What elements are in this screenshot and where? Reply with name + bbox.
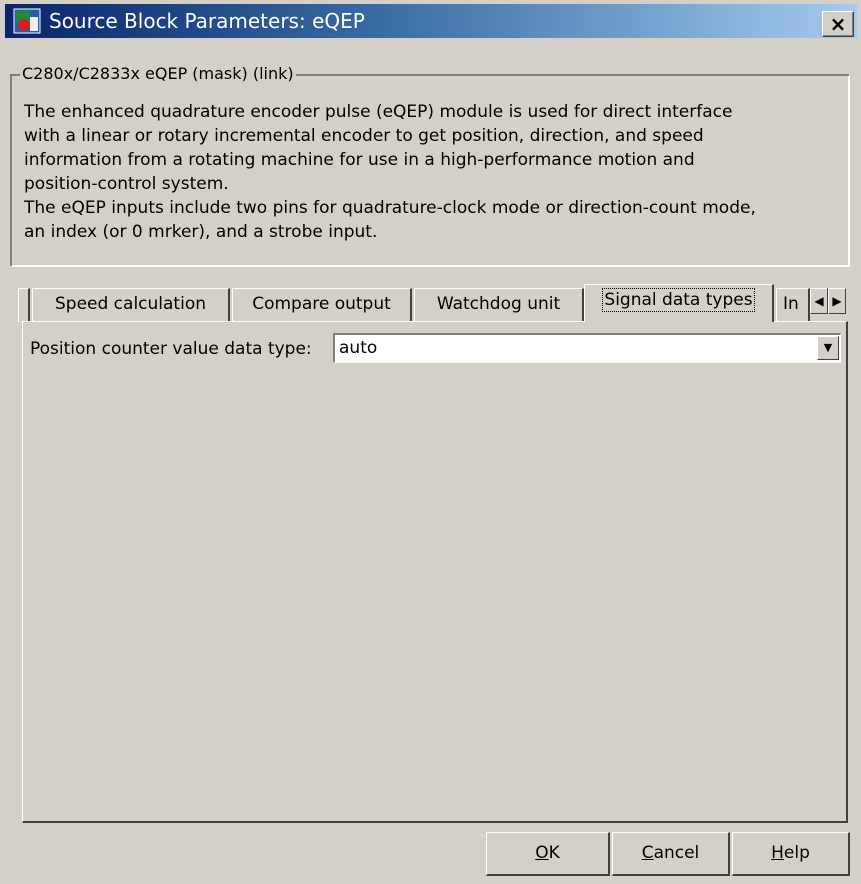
tab-scroll-left-button[interactable]: ◀ <box>810 288 828 314</box>
close-button[interactable]: × <box>822 11 854 37</box>
description-line: position-control system. <box>24 174 229 194</box>
tab-signal-data-types[interactable]: Signal data types <box>584 284 774 322</box>
ok-button[interactable]: OK <box>486 832 610 876</box>
help-label-rest: elp <box>783 843 810 863</box>
tab-label: Speed calculation <box>54 294 206 314</box>
description-line: with a linear or rotary incremental enco… <box>24 126 704 146</box>
select-value: auto <box>339 338 378 358</box>
tab-speed-calculation[interactable]: Speed calculation <box>32 288 230 322</box>
tab-label: Compare output <box>252 294 391 314</box>
help-button[interactable]: Help <box>732 832 850 876</box>
ok-mnemonic: O <box>535 843 549 863</box>
tab-truncated-left[interactable] <box>18 288 30 322</box>
tab-label: In <box>783 294 799 314</box>
description-line: information from a rotating machine for … <box>24 150 695 170</box>
tab-strip: Speed calculation Compare output Watchdo… <box>18 284 846 322</box>
tab-label: Watchdog unit <box>436 294 561 314</box>
dropdown-button[interactable]: ▼ <box>817 336 839 360</box>
chevron-down-icon: ▼ <box>823 341 833 354</box>
tab-watchdog-unit[interactable]: Watchdog unit <box>414 288 584 322</box>
tab-panel <box>22 321 848 823</box>
title-bar[interactable]: Source Block Parameters: eQEP × <box>5 4 857 38</box>
help-mnemonic: H <box>771 843 784 863</box>
tab-scroll-right-button[interactable]: ▶ <box>828 288 846 314</box>
tab-label: Signal data types <box>602 288 755 312</box>
description-line: The enhanced quadrature encoder pulse (e… <box>24 102 733 122</box>
description-line: The eQEP inputs include two pins for qua… <box>24 198 756 218</box>
cancel-label-rest: ancel <box>653 843 700 863</box>
block-description: The enhanced quadrature encoder pulse (e… <box>24 100 834 244</box>
arrow-left-icon: ◀ <box>814 294 824 308</box>
arrow-right-icon: ▶ <box>832 294 842 308</box>
dialog-window: Source Block Parameters: eQEP × C280x/C2… <box>0 0 861 884</box>
cancel-mnemonic: C <box>641 843 654 863</box>
cancel-button[interactable]: Cancel <box>612 832 730 876</box>
window-title: Source Block Parameters: eQEP <box>49 9 365 33</box>
close-icon: × <box>829 12 847 36</box>
tab-compare-output[interactable]: Compare output <box>232 288 412 322</box>
simulink-block-icon <box>13 8 41 34</box>
position-counter-data-type-select[interactable]: auto ▼ <box>333 333 841 363</box>
tab-input-truncated[interactable]: In <box>776 288 810 322</box>
description-line: an index (or 0 mrker), and a strobe inpu… <box>24 222 378 242</box>
ok-label-rest: K <box>548 843 560 863</box>
group-legend: C280x/C2833x eQEP (mask) (link) <box>20 63 296 85</box>
position-counter-data-type-label: Position counter value data type: <box>30 339 312 359</box>
